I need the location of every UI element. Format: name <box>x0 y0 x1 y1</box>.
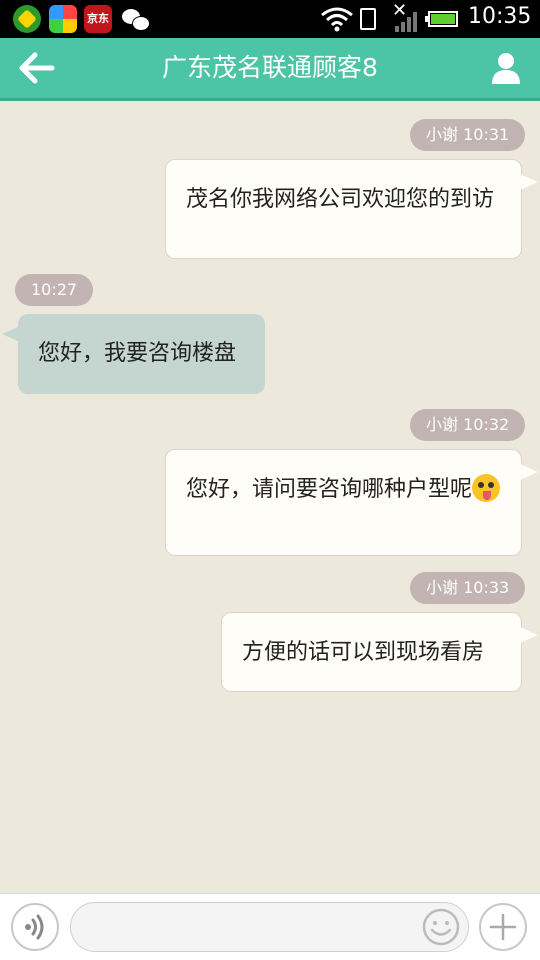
message-text: 茂名你我网络公司欢迎您的到访 <box>186 187 495 212</box>
tongue-wink-emoji-icon <box>472 474 501 502</box>
message-text: 您好，我要咨询楼盘 <box>38 341 237 366</box>
message-timestamp: 小谢 10:31 <box>410 119 526 151</box>
message-timestamp: 小谢 10:32 <box>410 409 526 441</box>
voice-icon <box>25 914 44 940</box>
voice-button[interactable] <box>11 903 59 951</box>
signal-icon <box>395 12 417 32</box>
plus-icon <box>489 913 517 941</box>
back-arrow-icon[interactable] <box>18 50 58 86</box>
status-bar: 京东 ✕ 10:35 <box>0 0 540 38</box>
input-bar <box>0 893 540 960</box>
more-options-button[interactable] <box>479 903 527 951</box>
emoji-smile-icon[interactable] <box>421 907 461 947</box>
jd-icon: 京东 <box>84 5 112 33</box>
message-timestamp: 10:27 <box>15 274 94 306</box>
message-text: 您好，请问要咨询哪种户型呢 <box>186 477 473 502</box>
battery-icon <box>425 11 458 27</box>
message-bubble-outgoing[interactable]: 方便的话可以到现场看房 <box>221 612 538 692</box>
chat-area[interactable]: 小谢 10:31 茂名你我网络公司欢迎您的到访 10:27 您好，我要咨询楼盘 … <box>0 101 540 893</box>
app-store-icon <box>49 5 77 33</box>
security-app-icon <box>13 5 41 33</box>
profile-icon[interactable] <box>490 50 522 86</box>
message-bubble-outgoing[interactable]: 茂名你我网络公司欢迎您的到访 <box>165 159 538 259</box>
message-bubble-incoming[interactable]: 您好，我要咨询楼盘 <box>2 314 265 394</box>
page-title: 广东茂名联通顾客8 <box>162 53 378 82</box>
wifi-icon <box>321 7 353 32</box>
title-bar: 广东茂名联通顾客8 <box>0 38 540 101</box>
message-timestamp: 小谢 10:33 <box>410 572 526 604</box>
message-input[interactable] <box>70 902 469 952</box>
sim-icon <box>360 8 376 30</box>
message-text: 方便的话可以到现场看房 <box>242 640 485 665</box>
wechat-icon <box>121 5 150 33</box>
clock: 10:35 <box>468 4 532 29</box>
message-bubble-outgoing[interactable]: 您好，请问要咨询哪种户型呢 <box>165 449 538 556</box>
